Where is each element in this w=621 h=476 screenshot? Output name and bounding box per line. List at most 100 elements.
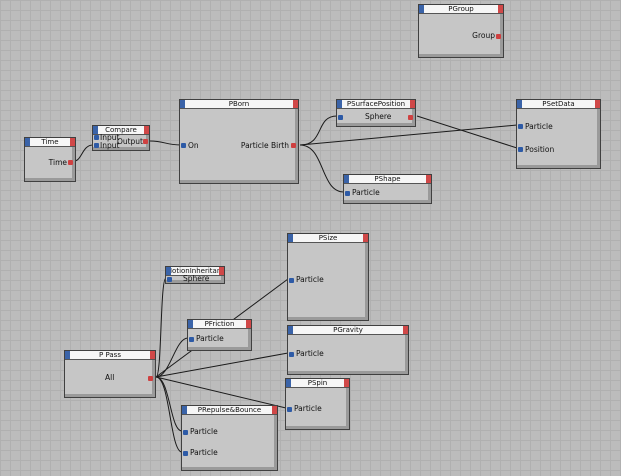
port-label-particle: Particle	[352, 188, 380, 197]
node-cap-right	[410, 100, 415, 108]
port-label-particle-2: Particle	[190, 448, 218, 457]
output-port[interactable]	[68, 160, 73, 165]
node-cap-left	[166, 267, 171, 275]
port-label-particle-birth: Particle Birth	[240, 141, 289, 150]
node-cap-left	[182, 406, 187, 414]
node-cap-left	[288, 234, 293, 242]
output-port[interactable]	[408, 115, 413, 120]
input-port-2[interactable]	[518, 147, 523, 152]
port-label-all: All	[105, 373, 115, 382]
node-cap-left	[344, 175, 349, 183]
port-label-sphere: Sphere	[183, 274, 210, 283]
node-title: PBorn	[180, 100, 298, 109]
node-title: PGravity	[288, 326, 408, 335]
wire-time-compare	[73, 144, 94, 162]
node-pfriction[interactable]: PFriction Particle	[187, 319, 252, 351]
wire-psurfacepos-psetdata	[416, 115, 518, 149]
node-cap-right	[403, 326, 408, 334]
node-cap-left	[288, 326, 293, 334]
wire-pborn-pshape	[299, 144, 345, 193]
input-port[interactable]	[345, 191, 350, 196]
wire-ppass-prepulse2	[155, 376, 183, 453]
node-title: PSetData	[517, 100, 600, 109]
node-psurfaceposition[interactable]: PSurfacePosition Sphere	[336, 99, 416, 127]
port-label-sphere: Sphere	[365, 112, 392, 121]
node-cap-right	[595, 100, 600, 108]
node-cap-left	[93, 126, 98, 134]
node-cap-right	[344, 379, 349, 387]
node-cap-right	[426, 175, 431, 183]
node-cap-left	[65, 351, 70, 359]
node-cap-right	[70, 138, 75, 146]
wire-compare-pborn	[149, 140, 182, 146]
node-pborn[interactable]: PBorn On Particle Birth	[179, 99, 299, 184]
input-port-2[interactable]	[183, 451, 188, 456]
node-cap-right	[219, 267, 224, 275]
node-pshape[interactable]: PShape Particle	[343, 174, 432, 204]
node-cap-left	[180, 100, 185, 108]
node-motioninheritance[interactable]: MotionInheritance Sphere	[165, 266, 225, 284]
node-pgravity[interactable]: PGravity Particle	[287, 325, 409, 375]
wire-ppass-motion	[155, 277, 167, 378]
node-title: PShape	[344, 175, 431, 184]
node-cap-left	[188, 320, 193, 328]
port-label-particle: Particle	[296, 275, 324, 284]
node-psetdata[interactable]: PSetData Particle Position	[516, 99, 601, 169]
node-cap-left	[25, 138, 30, 146]
wire-ppass-pgravity	[155, 352, 289, 378]
node-cap-right	[272, 406, 277, 414]
node-cap-left	[517, 100, 522, 108]
input-port[interactable]	[289, 352, 294, 357]
input-port[interactable]	[181, 143, 186, 148]
input-port[interactable]	[289, 278, 294, 283]
node-title: PRepulse&Bounce	[182, 406, 277, 415]
node-pspin[interactable]: PSpin Particle	[285, 378, 350, 430]
port-label-on: On	[188, 141, 199, 150]
node-cap-right	[293, 100, 298, 108]
port-label-group: Group	[472, 31, 495, 40]
port-label-particle: Particle	[296, 349, 324, 358]
output-port[interactable]	[496, 34, 501, 39]
input-port[interactable]	[287, 407, 292, 412]
node-cap-left	[337, 100, 342, 108]
wire-ppass-pfriction	[155, 337, 189, 378]
node-title: PFriction	[188, 320, 251, 329]
input-port-1[interactable]	[94, 135, 99, 140]
node-pgroup[interactable]: PGroup Group	[418, 4, 504, 58]
wire-pborn-psurfacepos	[299, 115, 338, 146]
output-port[interactable]	[291, 143, 296, 148]
node-cap-right	[144, 126, 149, 134]
output-port[interactable]	[143, 139, 148, 144]
node-time[interactable]: Time Time	[24, 137, 76, 182]
node-title: PGroup	[419, 5, 503, 14]
node-cap-right	[498, 5, 503, 13]
input-port[interactable]	[167, 277, 172, 282]
port-label-particle: Particle	[294, 404, 322, 413]
port-label-particle: Particle	[196, 334, 224, 343]
node-cap-left	[419, 5, 424, 13]
node-cap-right	[246, 320, 251, 328]
node-title: Time	[25, 138, 75, 147]
wire-ppass-pspin	[155, 376, 287, 409]
port-label-particle: Particle	[525, 122, 553, 131]
port-label-particle-1: Particle	[190, 427, 218, 436]
port-label-position: Position	[525, 145, 555, 154]
node-psize[interactable]: PSize Particle	[287, 233, 369, 321]
node-cap-left	[286, 379, 291, 387]
port-label-time: Time	[48, 158, 67, 167]
node-ppass[interactable]: P Pass All	[64, 350, 156, 398]
node-compare[interactable]: Compare Input Input Output	[92, 125, 150, 151]
input-port[interactable]	[189, 337, 194, 342]
port-label-output: Output	[116, 137, 143, 146]
node-prepulsebounce[interactable]: PRepulse&Bounce Particle Particle	[181, 405, 278, 471]
wire-ppass-prepulse1	[155, 376, 183, 432]
input-port-1[interactable]	[183, 430, 188, 435]
input-port-1[interactable]	[518, 124, 523, 129]
node-cap-right	[150, 351, 155, 359]
output-port[interactable]	[148, 376, 153, 381]
node-title: P Pass	[65, 351, 155, 360]
node-title: PSize	[288, 234, 368, 243]
input-port-2[interactable]	[94, 143, 99, 148]
input-port[interactable]	[338, 115, 343, 120]
node-cap-right	[363, 234, 368, 242]
